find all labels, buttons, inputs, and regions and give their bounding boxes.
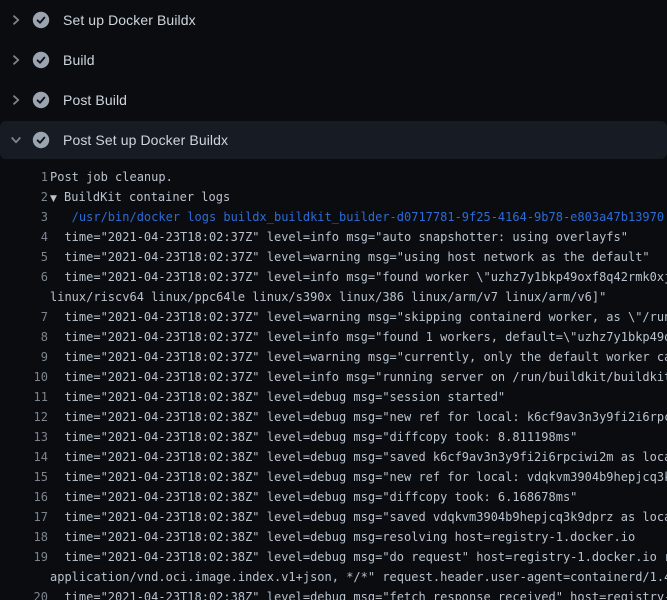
log-line-text: time="2021-04-23T18:02:38Z" level=debug … xyxy=(50,587,667,600)
log-line-continuation: application/vnd.oci.image.index.v1+json,… xyxy=(0,567,667,587)
log-line-text: time="2021-04-23T18:02:37Z" level=info m… xyxy=(50,227,628,247)
log-line-number[interactable]: 13 xyxy=(0,427,48,447)
log-line: 10 time="2021-04-23T18:02:37Z" level=inf… xyxy=(0,367,667,387)
log-line-number[interactable]: 6 xyxy=(0,267,48,287)
log-line: 6 time="2021-04-23T18:02:37Z" level=info… xyxy=(0,267,667,287)
log-line: 5 time="2021-04-23T18:02:37Z" level=warn… xyxy=(0,247,667,267)
step-list: Set up Docker Buildx Build Post Build Post … xyxy=(0,0,667,159)
log-line-number[interactable]: 11 xyxy=(0,387,48,407)
log-line-text: time="2021-04-23T18:02:37Z" level=warnin… xyxy=(50,247,650,267)
log-line: 20 time="2021-04-23T18:02:38Z" level=deb… xyxy=(0,587,667,600)
log-line-text: time="2021-04-23T18:02:37Z" level=info m… xyxy=(50,267,667,287)
log-line-text: time="2021-04-23T18:02:38Z" level=debug … xyxy=(50,547,667,567)
log-line-number[interactable]: 9 xyxy=(0,347,48,367)
log-line-number[interactable]: 3 xyxy=(0,207,48,227)
log-line-number[interactable]: 5 xyxy=(0,247,48,267)
log-line: 7 time="2021-04-23T18:02:37Z" level=warn… xyxy=(0,307,667,327)
log-line-text: time="2021-04-23T18:02:38Z" level=debug … xyxy=(50,427,577,447)
log-line: 4 time="2021-04-23T18:02:37Z" level=info… xyxy=(0,227,667,247)
log-line-number[interactable]: 4 xyxy=(0,227,48,247)
log-line-number[interactable]: 17 xyxy=(0,507,48,527)
log-line: 15 time="2021-04-23T18:02:38Z" level=deb… xyxy=(0,467,667,487)
check-circle-icon xyxy=(32,11,50,29)
group-title: BuildKit container logs xyxy=(64,190,230,204)
log-line-text: time="2021-04-23T18:02:38Z" level=debug … xyxy=(50,507,667,527)
log-line-number[interactable]: 7 xyxy=(0,307,48,327)
log-line-text: time="2021-04-23T18:02:38Z" level=debug … xyxy=(50,467,667,487)
check-circle-icon xyxy=(32,91,50,109)
step-row-post-set-up-docker-buildx[interactable]: Post Set up Docker Buildx xyxy=(0,121,667,159)
log-line: 1Post job cleanup. xyxy=(0,167,667,187)
log-line-number[interactable]: 1 xyxy=(0,167,48,187)
log-line-text: application/vnd.oci.image.index.v1+json,… xyxy=(50,567,667,587)
group-collapse-icon[interactable]: ▼ xyxy=(50,189,64,209)
log-line-text: time="2021-04-23T18:02:37Z" level=info m… xyxy=(50,367,667,387)
step-label: Build xyxy=(63,52,95,68)
chevron-right-icon xyxy=(10,54,22,66)
step-row-build[interactable]: Build xyxy=(0,40,667,80)
log-line-text: ▼BuildKit container logs xyxy=(50,187,230,207)
log-line: 18 time="2021-04-23T18:02:38Z" level=deb… xyxy=(0,527,667,547)
log-line-text: time="2021-04-23T18:02:38Z" level=debug … xyxy=(50,407,667,427)
log-line-number xyxy=(0,287,48,307)
step-label: Post Set up Docker Buildx xyxy=(63,132,228,148)
log-line: 19 time="2021-04-23T18:02:38Z" level=deb… xyxy=(0,547,667,567)
log-line-text: time="2021-04-23T18:02:37Z" level=info m… xyxy=(50,327,667,347)
chevron-right-icon xyxy=(10,14,22,26)
log-line-text: linux/riscv64 linux/ppc64le linux/s390x … xyxy=(50,287,606,307)
log-line-number xyxy=(0,567,48,587)
log-line-number[interactable]: 2 xyxy=(0,187,48,207)
log-line: 14 time="2021-04-23T18:02:38Z" level=deb… xyxy=(0,447,667,467)
log-line: 17 time="2021-04-23T18:02:38Z" level=deb… xyxy=(0,507,667,527)
log-line: 11 time="2021-04-23T18:02:38Z" level=deb… xyxy=(0,387,667,407)
log-line-number[interactable]: 18 xyxy=(0,527,48,547)
log-line-number[interactable]: 8 xyxy=(0,327,48,347)
step-row-post-build[interactable]: Post Build xyxy=(0,80,667,120)
log-line-number[interactable]: 16 xyxy=(0,487,48,507)
log-line: 16 time="2021-04-23T18:02:38Z" level=deb… xyxy=(0,487,667,507)
log-line: 8 time="2021-04-23T18:02:37Z" level=info… xyxy=(0,327,667,347)
step-label: Post Build xyxy=(63,92,127,108)
chevron-right-icon xyxy=(10,94,22,106)
log-line-number[interactable]: 12 xyxy=(0,407,48,427)
log-line-number[interactable]: 14 xyxy=(0,447,48,467)
log-viewer[interactable]: 1Post job cleanup.2▼BuildKit container l… xyxy=(0,163,667,600)
log-line-number[interactable]: 15 xyxy=(0,467,48,487)
step-row-set-up-docker-buildx[interactable]: Set up Docker Buildx xyxy=(0,0,667,40)
log-line[interactable]: 2▼BuildKit container logs xyxy=(0,187,667,207)
log-line-text: time="2021-04-23T18:02:38Z" level=debug … xyxy=(50,387,505,407)
log-line-text: time="2021-04-23T18:02:38Z" level=debug … xyxy=(50,527,635,547)
log-line: 3 /usr/bin/docker logs buildx_buildkit_b… xyxy=(0,207,667,227)
log-line: 9 time="2021-04-23T18:02:37Z" level=warn… xyxy=(0,347,667,367)
log-line-number[interactable]: 20 xyxy=(0,587,48,600)
log-line-number[interactable]: 10 xyxy=(0,367,48,387)
log-line-text: time="2021-04-23T18:02:37Z" level=warnin… xyxy=(50,347,667,367)
actions-log-panel: Set up Docker Buildx Build Post Build Post … xyxy=(0,0,667,600)
log-line-text: time="2021-04-23T18:02:38Z" level=debug … xyxy=(50,447,667,467)
log-line-continuation: linux/riscv64 linux/ppc64le linux/s390x … xyxy=(0,287,667,307)
log-command-text: /usr/bin/docker logs buildx_buildkit_bui… xyxy=(50,207,664,227)
check-circle-icon xyxy=(32,51,50,69)
log-line: 12 time="2021-04-23T18:02:38Z" level=deb… xyxy=(0,407,667,427)
log-line-number[interactable]: 19 xyxy=(0,547,48,567)
log-line-text: time="2021-04-23T18:02:37Z" level=warnin… xyxy=(50,307,667,327)
check-circle-icon xyxy=(32,131,50,149)
log-line-text: Post job cleanup. xyxy=(50,167,173,187)
chevron-down-icon xyxy=(10,134,22,146)
step-label: Set up Docker Buildx xyxy=(63,12,196,28)
log-line-text: time="2021-04-23T18:02:38Z" level=debug … xyxy=(50,487,577,507)
log-line: 13 time="2021-04-23T18:02:38Z" level=deb… xyxy=(0,427,667,447)
